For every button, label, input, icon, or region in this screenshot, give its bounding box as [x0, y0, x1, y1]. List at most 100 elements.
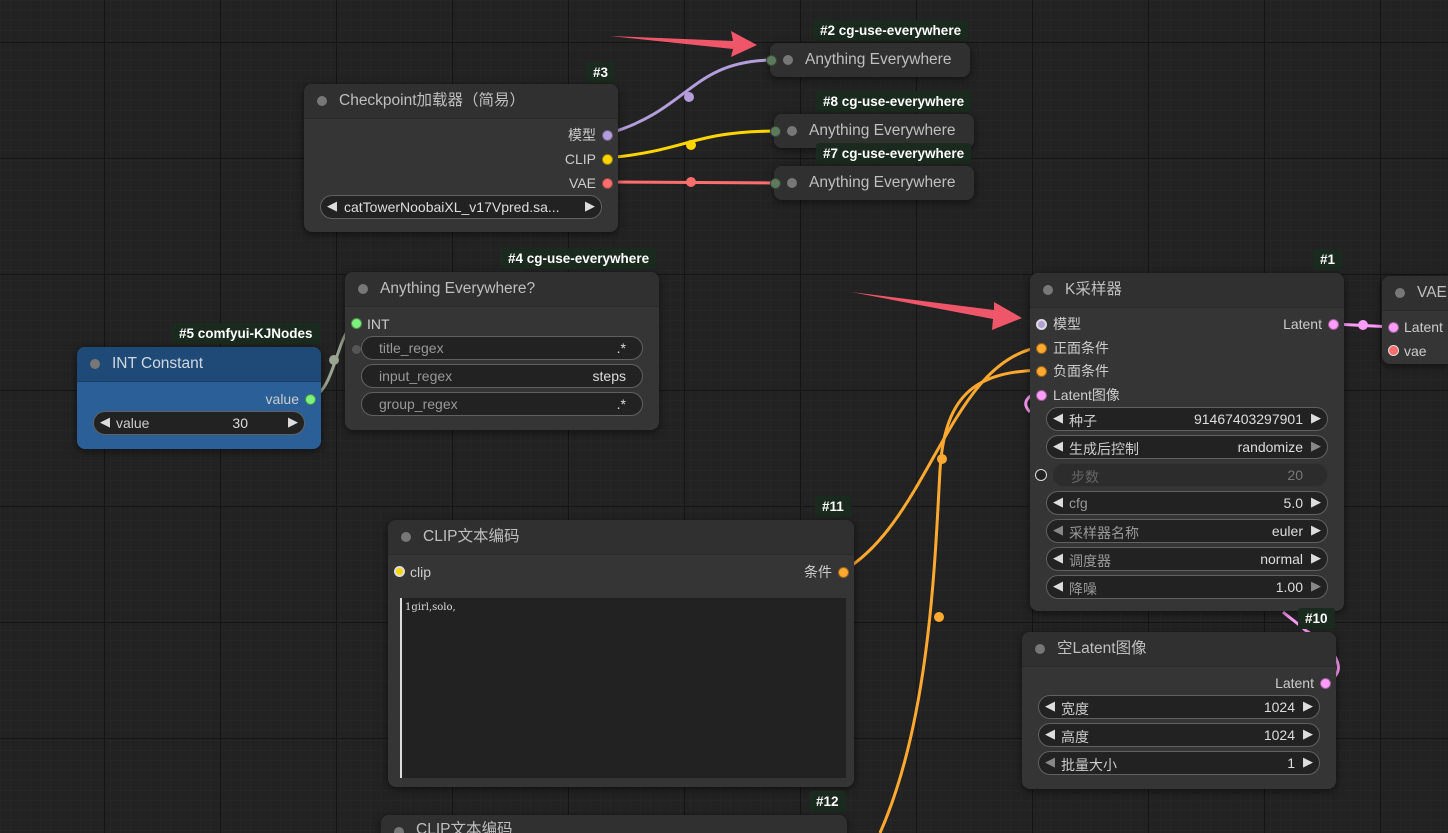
empty-latent-node[interactable]: 空Latent图像 Latent ◀ 宽度 1024 ▶ ◀ 高度 1024 ▶…: [1022, 632, 1336, 789]
increment-arrow-icon[interactable]: ▶: [1311, 494, 1321, 510]
anything-everywhere-node-2[interactable]: Anything Everywhere: [766, 43, 970, 77]
arrow-left-icon[interactable]: ◀: [1053, 522, 1063, 538]
increment-arrow-icon[interactable]: ▶: [288, 414, 298, 430]
input-dot[interactable]: [766, 55, 777, 66]
collapse-dot-icon[interactable]: [317, 96, 327, 106]
node-title[interactable]: VAE: [1382, 276, 1448, 311]
decrement-arrow-icon[interactable]: ◀: [1053, 494, 1063, 510]
anything-everywhere-node-7[interactable]: Anything Everywhere: [770, 166, 974, 200]
collapse-dot-icon[interactable]: [787, 178, 797, 188]
output-value-dot[interactable]: [305, 394, 316, 405]
collapse-dot-icon[interactable]: [783, 55, 793, 65]
wire-positive-conditioning[interactable]: [842, 345, 1042, 573]
arrow-right-icon[interactable]: ▶: [1311, 522, 1321, 538]
ksampler-node[interactable]: K采样器 模型 正面条件 负面条件 Latent图像 Latent ◀ 种子 9…: [1030, 273, 1344, 611]
collapse-dot-icon[interactable]: [358, 284, 368, 294]
collapse-dot-icon[interactable]: [90, 359, 100, 369]
node-title[interactable]: INT Constant: [77, 347, 321, 382]
node-title[interactable]: Anything Everywhere: [774, 166, 974, 200]
node-title-text: Anything Everywhere: [809, 122, 956, 139]
arrow-left-icon[interactable]: ◀: [327, 198, 337, 214]
collapse-dot-icon[interactable]: [401, 532, 411, 542]
collapse-dot-icon[interactable]: [1395, 288, 1405, 298]
output-model-dot[interactable]: [602, 130, 613, 141]
int-constant-node[interactable]: INT Constant value ◀ value 30 ▶: [77, 347, 321, 449]
input-int-dot[interactable]: [351, 318, 362, 329]
decrement-arrow-icon[interactable]: ◀: [1045, 754, 1055, 770]
height-widget[interactable]: ◀ 高度 1024 ▶: [1038, 723, 1320, 747]
checkpoint-loader-node[interactable]: Checkpoint加载器（简易） 模型 CLIP VAE ◀ catTower…: [304, 84, 618, 232]
decrement-arrow-icon[interactable]: ◀: [1045, 698, 1055, 714]
input-latent-dot[interactable]: [1036, 390, 1047, 401]
input-negative-dot[interactable]: [1036, 366, 1047, 377]
arrow-left-icon[interactable]: ◀: [1053, 550, 1063, 566]
wire-model[interactable]: [606, 58, 772, 136]
node-title[interactable]: 空Latent图像: [1022, 632, 1336, 667]
sampler-name-widget[interactable]: ◀ 采样器名称 euler ▶: [1046, 519, 1328, 543]
wire-int-midpoint[interactable]: [329, 355, 339, 365]
output-conditioning-dot[interactable]: [838, 567, 849, 578]
input-regex-field[interactable]: input_regex steps: [361, 364, 643, 388]
steps-converted-input-dot[interactable]: [1035, 469, 1047, 481]
wire-vae-midpoint[interactable]: [686, 177, 696, 187]
arrow-right-icon[interactable]: ▶: [585, 198, 595, 214]
decrement-arrow-icon[interactable]: ◀: [1053, 578, 1063, 594]
collapse-dot-icon[interactable]: [1043, 285, 1053, 295]
increment-arrow-icon[interactable]: ▶: [1303, 726, 1313, 742]
denoise-widget[interactable]: ◀ 降噪 1.00 ▶: [1046, 575, 1328, 599]
input-vae-dot[interactable]: [1388, 345, 1399, 356]
control-after-generate-widget[interactable]: ◀ 生成后控制 randomize ▶: [1046, 435, 1328, 459]
wire-clip[interactable]: [606, 129, 776, 160]
clip-text-encode-node-11[interactable]: CLIP文本编码 clip 条件 1girl,solo,: [388, 520, 854, 787]
input-positive-dot[interactable]: [1036, 343, 1047, 354]
node-title[interactable]: Anything Everywhere?: [345, 272, 659, 307]
output-clip-dot[interactable]: [602, 154, 613, 165]
wire-negative-conditioning[interactable]: [878, 368, 1042, 833]
decrement-arrow-icon[interactable]: ◀: [1053, 410, 1063, 426]
output-latent-dot[interactable]: [1328, 319, 1339, 330]
batch-size-widget[interactable]: ◀ 批量大小 1 ▶: [1038, 751, 1320, 775]
node-title[interactable]: K采样器: [1030, 273, 1344, 308]
title-regex-field[interactable]: title_regex .*: [361, 336, 643, 360]
increment-arrow-icon[interactable]: ▶: [1311, 410, 1321, 426]
wire-positive-midpoint[interactable]: [937, 454, 947, 464]
node-title[interactable]: CLIP文本编码: [388, 520, 854, 555]
node-title[interactable]: CLIP文本编码: [381, 815, 847, 833]
value-number-widget[interactable]: ◀ value 30 ▶: [93, 411, 305, 435]
width-widget[interactable]: ◀ 宽度 1024 ▶: [1038, 695, 1320, 719]
input-clip-dot[interactable]: [394, 566, 405, 577]
wire-clip-midpoint[interactable]: [686, 140, 696, 150]
decrement-arrow-icon[interactable]: ◀: [100, 414, 110, 430]
cfg-widget[interactable]: ◀ cfg 5.0 ▶: [1046, 491, 1328, 515]
wire-vae[interactable]: [606, 180, 776, 185]
collapse-dot-icon[interactable]: [787, 126, 797, 136]
input-latent-dot[interactable]: [1388, 322, 1399, 333]
arrow-left-icon[interactable]: ◀: [1053, 438, 1063, 454]
wire-latent-midpoint[interactable]: [1358, 320, 1368, 330]
wire-negative-midpoint[interactable]: [934, 612, 944, 622]
output-latent-dot[interactable]: [1320, 678, 1331, 689]
increment-arrow-icon[interactable]: ▶: [1311, 578, 1321, 594]
prompt-textarea[interactable]: 1girl,solo,: [400, 598, 846, 778]
arrow-right-icon[interactable]: ▶: [1311, 550, 1321, 566]
increment-arrow-icon[interactable]: ▶: [1303, 754, 1313, 770]
ckpt-name-combo[interactable]: ◀ catTowerNoobaiXL_v17Vpred.sa... ▶: [320, 195, 602, 219]
vae-decode-node[interactable]: VAE Latent vae: [1382, 276, 1448, 364]
output-vae-dot[interactable]: [602, 178, 613, 189]
clip-text-encode-node-12[interactable]: CLIP文本编码: [381, 815, 847, 833]
node-title[interactable]: Checkpoint加载器（简易）: [304, 84, 618, 119]
increment-arrow-icon[interactable]: ▶: [1303, 698, 1313, 714]
input-dot[interactable]: [770, 178, 781, 189]
seed-widget[interactable]: ◀ 种子 91467403297901 ▶: [1046, 407, 1328, 431]
group-regex-field[interactable]: group_regex .*: [361, 392, 643, 416]
wire-model-midpoint[interactable]: [684, 92, 694, 102]
decrement-arrow-icon[interactable]: ◀: [1045, 726, 1055, 742]
node-title[interactable]: Anything Everywhere: [770, 43, 970, 77]
input-dot[interactable]: [770, 126, 781, 137]
arrow-right-icon[interactable]: ▶: [1311, 438, 1321, 454]
collapse-dot-icon[interactable]: [1035, 644, 1045, 654]
input-model-dot[interactable]: [1036, 319, 1047, 330]
collapse-dot-icon[interactable]: [394, 827, 404, 833]
anything-everywhere-regex-node[interactable]: Anything Everywhere? INT title_regex .* …: [345, 272, 659, 430]
scheduler-widget[interactable]: ◀ 调度器 normal ▶: [1046, 547, 1328, 571]
